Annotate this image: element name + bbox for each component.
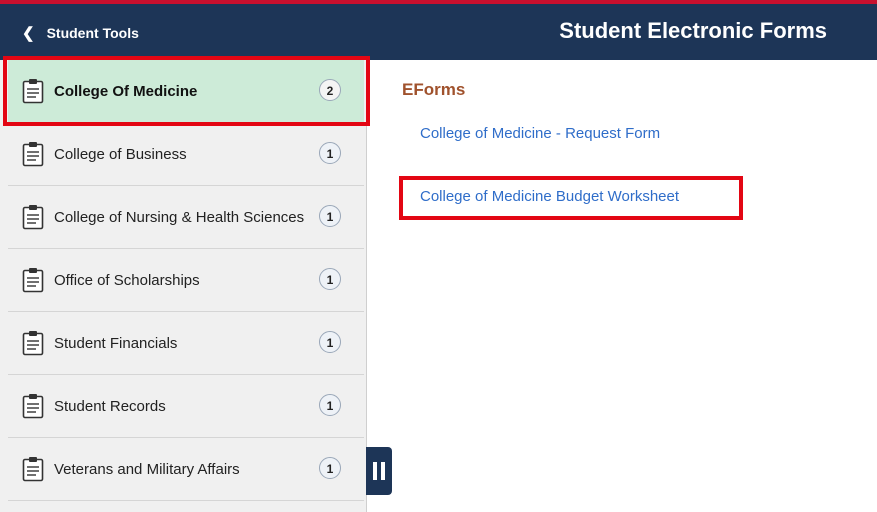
sidebar-item-student-financials[interactable]: Student Financials 1 xyxy=(8,312,364,375)
clipboard-icon xyxy=(22,394,44,419)
count-badge: 2 xyxy=(319,79,341,101)
sidebar-item-veterans-and-military-affairs[interactable]: Veterans and Military Affairs 1 xyxy=(8,438,364,501)
sidebar-item-office-of-scholarships[interactable]: Office of Scholarships 1 xyxy=(8,249,364,312)
count-badge: 1 xyxy=(319,268,341,290)
count-badge: 1 xyxy=(319,394,341,416)
sidebar-item-label: Veterans and Military Affairs xyxy=(54,460,240,478)
sidebar-item-college-of-medicine[interactable]: College Of Medicine 2 xyxy=(8,60,364,123)
sidebar-item-college-of-business[interactable]: College of Business 1 xyxy=(8,123,364,186)
back-label: Student Tools xyxy=(46,25,139,41)
sidebar-item-label: College of Nursing & Health Sciences xyxy=(54,208,305,226)
header-accent-line xyxy=(0,0,877,4)
clipboard-icon xyxy=(22,457,44,482)
collapse-sidebar-button[interactable] xyxy=(366,447,392,495)
sidebar-item-label: College of Business xyxy=(54,145,187,163)
count-badge: 1 xyxy=(319,331,341,353)
budget-worksheet-link[interactable]: College of Medicine Budget Worksheet xyxy=(420,188,679,205)
clipboard-icon xyxy=(22,79,44,104)
page-header: ❮ Student Tools Student Electronic Forms xyxy=(0,0,877,60)
count-badge: 1 xyxy=(319,142,341,164)
clipboard-icon xyxy=(22,268,44,293)
page-title: Student Electronic Forms xyxy=(559,18,827,43)
sidebar-item-label: Student Records xyxy=(54,397,166,415)
clipboard-icon xyxy=(22,205,44,230)
sidebar-item-label: Office of Scholarships xyxy=(54,271,200,289)
chevron-left-icon: ❮ xyxy=(22,24,35,42)
pause-bar-icon xyxy=(373,462,377,480)
count-badge: 1 xyxy=(319,205,341,227)
request-form-link[interactable]: College of Medicine - Request Form xyxy=(420,125,660,142)
count-badge: 1 xyxy=(319,457,341,479)
sidebar-item-label: Student Financials xyxy=(54,334,178,352)
sidebar: College Of Medicine 2 College of Busines… xyxy=(0,60,367,512)
sidebar-item-college-of-nursing[interactable]: College of Nursing & Health Sciences 1 xyxy=(8,186,364,249)
section-title: EForms xyxy=(402,80,466,99)
clipboard-icon xyxy=(22,142,44,167)
sidebar-item-student-records[interactable]: Student Records 1 xyxy=(8,375,364,438)
pause-bar-icon xyxy=(381,462,385,480)
clipboard-icon xyxy=(22,331,44,356)
back-button[interactable]: ❮ Student Tools xyxy=(22,22,139,44)
sidebar-item-label: College Of Medicine xyxy=(54,82,198,100)
main-content: EForms College of Medicine - Request For… xyxy=(366,60,877,512)
